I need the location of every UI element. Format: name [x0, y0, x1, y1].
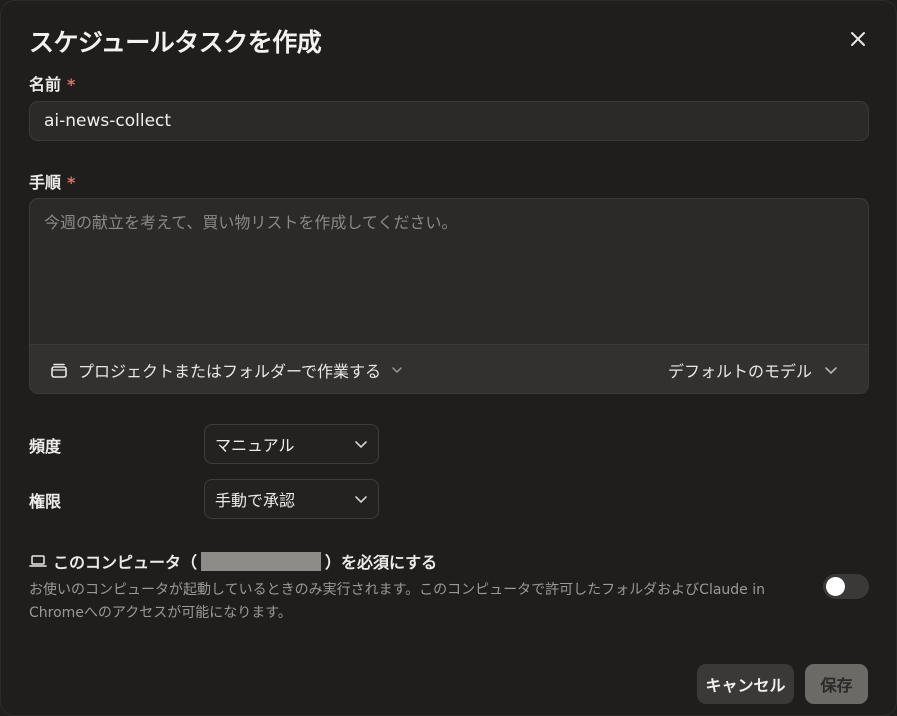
chevron-down-icon: [392, 367, 402, 374]
steps-toolbar: プロジェクトまたはフォルダーで作業する デフォルトのモデル: [30, 344, 868, 393]
model-select-label: デフォルトのモデル: [667, 362, 812, 381]
computer-prefix: このコンピュータ（: [53, 553, 198, 572]
computer-suffix: ）を必須にする: [325, 553, 438, 572]
frequency-select[interactable]: マニュアル: [204, 424, 379, 464]
steps-label: 手順 *: [29, 169, 75, 193]
frequency-label: 頻度: [29, 437, 62, 456]
close-button[interactable]: [845, 26, 871, 52]
required-mark: *: [67, 75, 76, 94]
schedule-task-dialog: スケジュールタスクを作成 名前 * ai-news-collect 手順 * 今週の…: [0, 0, 897, 716]
save-button[interactable]: 保存: [805, 664, 868, 704]
require-computer-heading: このコンピュータ（ ）を必須にする: [29, 549, 437, 573]
steps-label-text: 手順: [29, 173, 62, 192]
chevron-down-icon: [825, 366, 837, 374]
cancel-button[interactable]: キャンセル: [697, 664, 794, 704]
computer-description: お使いのコンピュータが起動しているときのみ実行されます。このコンピュータで許可し…: [29, 582, 766, 621]
require-computer-toggle[interactable]: [823, 574, 869, 599]
steps-placeholder: 今週の献立を考えて、買い物リストを作成してください。: [44, 213, 458, 232]
permission-select[interactable]: 手動で承認: [204, 479, 379, 519]
chevron-down-icon: [355, 495, 367, 503]
close-icon: [851, 32, 865, 46]
project-folder-button[interactable]: プロジェクトまたはフォルダーで作業する: [50, 357, 403, 383]
chevron-down-icon: [355, 440, 367, 448]
name-label: 名前 *: [29, 71, 75, 95]
permission-selected: 手動で承認: [215, 491, 296, 510]
laptop-icon: [29, 555, 47, 567]
permission-label: 権限: [29, 492, 62, 511]
frequency-selected: マニュアル: [215, 436, 295, 455]
required-mark: *: [67, 173, 76, 192]
steps-editor: 今週の献立を考えて、買い物リストを作成してください。 プロジェクトまたはフォルダ…: [29, 198, 869, 394]
toggle-knob: [826, 577, 845, 596]
name-label-text: 名前: [29, 75, 62, 94]
steps-textarea[interactable]: 今週の献立を考えて、買い物リストを作成してください。: [30, 199, 868, 344]
name-input[interactable]: ai-news-collect: [29, 101, 869, 141]
folder-icon: [51, 363, 67, 378]
model-select-button[interactable]: デフォルトのモデル: [668, 357, 838, 383]
dialog-title: スケジュールタスクを作成: [29, 28, 322, 57]
project-folder-label: プロジェクトまたはフォルダーで作業する: [78, 362, 382, 381]
redacted-computer-name: [201, 551, 322, 571]
